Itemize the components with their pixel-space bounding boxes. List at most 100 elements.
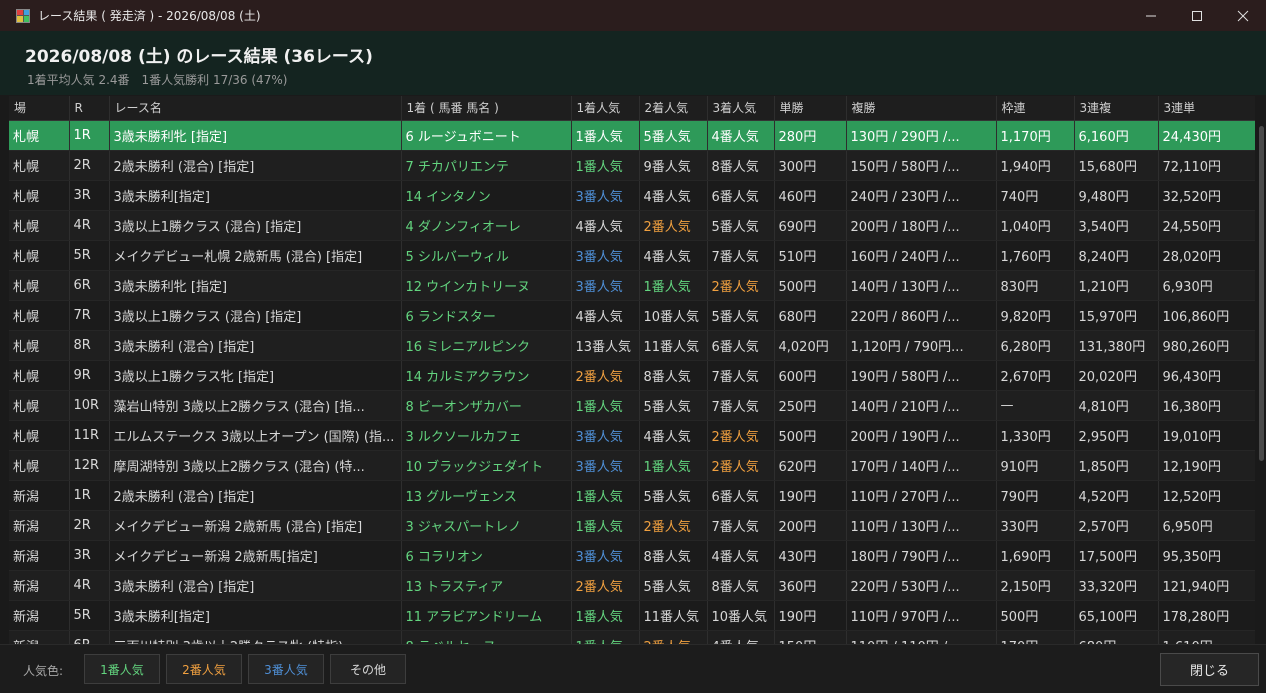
legend-popular-2-label: 2番人気 (182, 662, 226, 677)
vertical-scrollbar[interactable] (1257, 96, 1266, 644)
cell-pop1: 3番人気 (571, 420, 640, 451)
column-header-pop3[interactable]: 3着人気 (707, 96, 775, 121)
close-button[interactable]: 閉じる (1160, 653, 1259, 686)
cell-tansho: 680円 (774, 300, 847, 331)
cell-race-name: 3歳未勝利牝 [指定] (109, 270, 402, 301)
cell-fukusho: 140円 / 130円 /... (846, 270, 997, 301)
cell-sanrentan: 106,860円 (1158, 300, 1255, 331)
cell-pop2: 8番人気 (639, 540, 708, 571)
table-row[interactable]: 新潟 3R メイクデビュー新潟 2歳新馬[指定] 6 コラリオン 3番人気 8番人気 4番人… (9, 540, 1255, 571)
cell-venue: 札幌 (9, 180, 70, 211)
cell-race: 4R (69, 570, 110, 601)
close-window-button[interactable] (1220, 0, 1266, 31)
table-row[interactable]: 札幌 6R 3歳未勝利牝 [指定] 12 ウインカトリーヌ 3番人気 1番人気 2番人気 50… (9, 270, 1255, 301)
table-row[interactable]: 札幌 7R 3歳以上1勝クラス (混合) [指定] 6 ランドスター 4番人気 10番人気… (9, 300, 1255, 331)
cell-pop2: 5番人気 (639, 480, 708, 511)
table-row[interactable]: 札幌 2R 2歳未勝利 (混合) [指定] 7 チカパリエンテ 1番人気 9番人気 8番人気… (9, 150, 1255, 181)
table-row[interactable]: 札幌 1R 3歳未勝利牝 [指定] 6 ルージュボニート 1番人気 5番人気 4番人気 280… (9, 120, 1255, 151)
cell-pop3: 6番人気 (707, 330, 775, 361)
scrollbar-thumb[interactable] (1259, 126, 1264, 461)
cell-sanrentan: 28,020円 (1158, 240, 1255, 271)
column-header-sanrenpuku[interactable]: 3連複 (1074, 96, 1159, 121)
legend-popular-2[interactable]: 2番人気 (166, 654, 242, 684)
column-header-fukusho[interactable]: 複勝 (846, 96, 997, 121)
cell-winner: 6 コラリオン (401, 540, 572, 571)
cell-race-name: 3歳未勝利牝 [指定] (109, 120, 402, 151)
column-header-sanrentan[interactable]: 3連単 (1158, 96, 1255, 121)
table-row[interactable]: 新潟6R三面川特別 3歳以上2勝クラス牝 (特指)8 ラベルセーヌ1番人気2番人… (9, 630, 1255, 644)
table-row[interactable]: 札幌 9R 3歳以上1勝クラス牝 [指定] 14 カルミアクラウン 2番人気 8番人気 7番… (9, 360, 1255, 391)
cell-pop2: 1番人気 (639, 450, 708, 481)
legend-popular-3[interactable]: 3番人気 (248, 654, 324, 684)
legend-popular-1[interactable]: 1番人気 (84, 654, 160, 684)
table-row[interactable]: 札幌 3R 3歳未勝利[指定] 14 インタノン 3番人気 4番人気 6番人気 460円 240… (9, 180, 1255, 211)
cell-venue: 札幌 (9, 420, 70, 451)
legend-label: 人気色: (23, 664, 64, 678)
cell-pop1: 3番人気 (571, 270, 640, 301)
cell-pop3: 5番人気 (707, 210, 775, 241)
column-header-tansho[interactable]: 単勝 (774, 96, 847, 121)
cell-pop3: 10番人気 (707, 600, 775, 631)
table-row[interactable]: 札幌 11R エルムステークス 3歳以上オープン (国際) (指... 3 ルクソール… (9, 420, 1255, 451)
cell-wakuren: 2,150円 (996, 570, 1075, 601)
table-row[interactable]: 札幌 8R 3歳未勝利 (混合) [指定] 16 ミレニアルピンク 13番人気 11番人気… (9, 330, 1255, 361)
cell-wakuren: 2,670円 (996, 360, 1075, 391)
table-row[interactable]: 札幌 12R 摩周湖特別 3歳以上2勝クラス (混合) (特... 10 ブラックジェ… (9, 450, 1255, 481)
legend-other[interactable]: その他 (330, 654, 406, 684)
cell-winner: 13 グルーヴェンス (401, 480, 572, 511)
cell-pop2: 10番人気 (639, 300, 708, 331)
cell-venue: 札幌 (9, 120, 70, 151)
cell-winner: 3 ジャスパートレノ (401, 510, 572, 541)
column-header-wakuren[interactable]: 枠連 (996, 96, 1075, 121)
table-row[interactable]: 札幌 5R メイクデビュー札幌 2歳新馬 (混合) [指定] 5 シルバーウィル 3番人… (9, 240, 1255, 271)
cell-race: 2R (69, 150, 110, 181)
column-header-venue[interactable]: 場 (9, 96, 70, 121)
cell-pop1: 1番人気 (571, 600, 640, 631)
column-header-pop2[interactable]: 2着人気 (639, 96, 708, 121)
cell-fukusho: 110円 / 110円 /... (846, 630, 997, 644)
cell-pop3-value: 2番人気 (711, 279, 759, 295)
cell-tansho: 500円 (774, 420, 847, 451)
column-header-race-name[interactable]: レース名 (109, 96, 402, 121)
cell-race: 8R (69, 330, 110, 361)
cell-wakuren: 1,940円 (996, 150, 1075, 181)
maximize-button[interactable] (1174, 0, 1220, 31)
legend-other-label: その他 (349, 662, 386, 677)
column-header-winner[interactable]: 1着 ( 馬番 馬名 ) (401, 96, 572, 121)
cell-pop1-value: 3番人気 (575, 189, 623, 205)
window-title: レース結果 ( 発走済 ) - 2026/08/08 (土) (38, 9, 261, 23)
cell-pop3: 7番人気 (707, 240, 775, 271)
cell-tansho: 690円 (774, 210, 847, 241)
cell-pop2-value: 1番人気 (643, 459, 691, 475)
cell-tansho: 250円 (774, 390, 847, 421)
cell-pop1-value: 1番人気 (575, 159, 623, 175)
table-row[interactable]: 新潟 1R 2歳未勝利 (混合) [指定] 13 グルーヴェンス 1番人気 5番人気 6番人… (9, 480, 1255, 511)
cell-pop2-value: 2番人気 (643, 219, 691, 235)
cell-wakuren: — (996, 390, 1075, 421)
cell-pop3: 5番人気 (707, 300, 775, 331)
cell-pop3: 2番人気 (707, 450, 775, 481)
cell-tansho: 620円 (774, 450, 847, 481)
table-row[interactable]: 札幌 10R 藻岩山特別 3歳以上2勝クラス (混合) [指... 8 ビーオンザカバ… (9, 390, 1255, 421)
page-title: 2026/08/08 (土) のレース結果 (36レース) (25, 47, 373, 67)
cell-pop3: 6番人気 (707, 180, 775, 211)
cell-race: 6R (69, 270, 110, 301)
cell-winner: 16 ミレニアルピンク (401, 330, 572, 361)
cell-pop2: 4番人気 (639, 180, 708, 211)
table-row[interactable]: 新潟 2R メイクデビュー新潟 2歳新馬 (混合) [指定] 3 ジャスパートレノ 1番… (9, 510, 1255, 541)
cell-pop1-value: 3番人気 (575, 549, 623, 565)
table-row[interactable]: 新潟 4R 3歳未勝利 (混合) [指定] 13 トラスティア 2番人気 5番人気 8番人気… (9, 570, 1255, 601)
cell-winner: 8 ラベルセーヌ (401, 630, 572, 644)
cell-race-name: 2歳未勝利 (混合) [指定] (109, 150, 402, 181)
cell-sanrentan: 12,520円 (1158, 480, 1255, 511)
table-row[interactable]: 新潟 5R 3歳未勝利[指定] 11 アラビアンドリーム 1番人気 11番人気 10番人気 1… (9, 600, 1255, 631)
table-row[interactable]: 札幌 4R 3歳以上1勝クラス (混合) [指定] 4 ダノンフィオーレ 4番人気 2番人… (9, 210, 1255, 241)
cell-sanrentan: 980,260円 (1158, 330, 1255, 361)
minimize-button[interactable] (1128, 0, 1174, 31)
column-header-pop1[interactable]: 1着人気 (571, 96, 640, 121)
cell-fukusho: 220円 / 860円 /... (846, 300, 997, 331)
results-grid[interactable]: 場 R レース名 1着 ( 馬番 馬名 ) 1着人気 2着人気 3着人気 単勝 … (9, 96, 1255, 644)
column-header-race[interactable]: R (69, 96, 110, 121)
cell-venue: 札幌 (9, 330, 70, 361)
cell-sanrenpuku: 6,160円 (1074, 120, 1159, 151)
